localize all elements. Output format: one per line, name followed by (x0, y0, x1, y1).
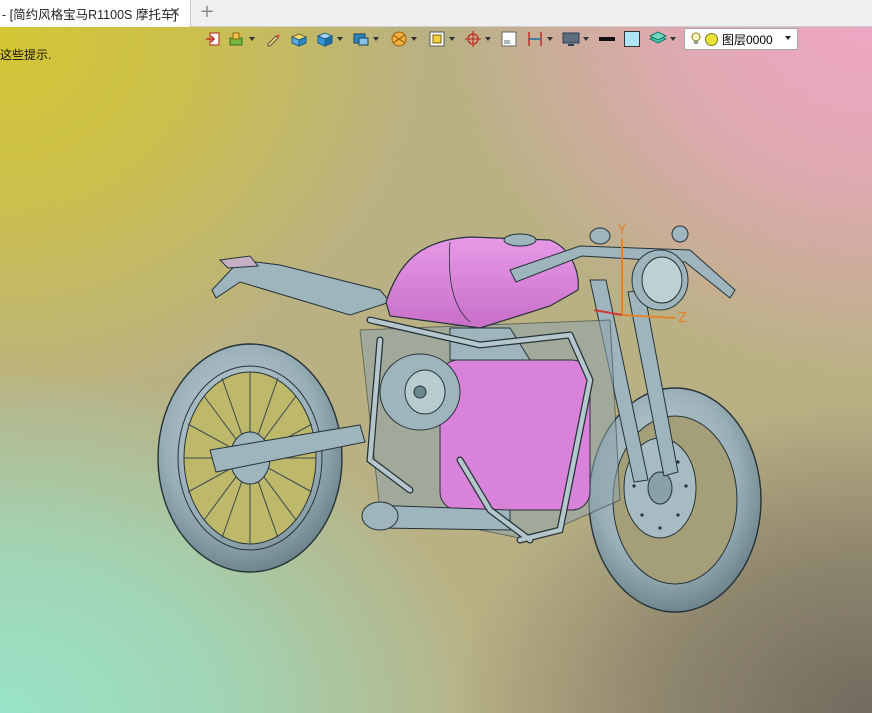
3d-viewport[interactable]: - [简约风格宝马R1100S 摩托车] ✕ + 这些提示. 图层0000 Y … (0, 0, 872, 713)
measure-button[interactable] (526, 28, 553, 50)
tail-section (211, 255, 391, 316)
display-button[interactable] (562, 28, 589, 50)
render-mode-icon (353, 33, 369, 46)
chevron-down-icon (485, 37, 491, 41)
tab-title: - [简约风格宝马R1100S 摩托车] (2, 8, 177, 22)
view-toolbar: 图层0000 (200, 28, 872, 52)
insert-component-icon (229, 32, 243, 46)
chevron-down-icon (449, 37, 455, 41)
exit-button[interactable] (204, 28, 222, 50)
hint-text: 这些提示. (0, 48, 52, 62)
chevron-down-icon (249, 37, 255, 41)
line-style-button[interactable] (598, 28, 616, 50)
color-button[interactable] (623, 28, 641, 50)
render-mode-button[interactable] (352, 28, 379, 50)
color-swatch-icon (624, 31, 640, 47)
target-icon (465, 31, 481, 47)
layer-color-dot (705, 32, 718, 46)
line-style-icon (599, 37, 615, 41)
chevron-down-icon (547, 37, 553, 41)
insert-component-button[interactable] (228, 28, 255, 50)
new-tab-button[interactable]: + (198, 3, 216, 21)
close-icon[interactable]: ✕ (167, 5, 183, 21)
panel-button[interactable] (500, 28, 518, 50)
chevron-down-icon (670, 37, 676, 41)
monitor-icon (562, 32, 580, 46)
add-box-button[interactable] (290, 28, 308, 50)
document-tab[interactable]: - [简约风格宝马R1100S 摩托车] ✕ (0, 0, 191, 27)
snap-target-button[interactable] (464, 28, 491, 50)
lightbulb-icon (691, 32, 701, 44)
fuel-tank (385, 233, 579, 329)
chevron-down-icon[interactable] (785, 36, 791, 40)
box-view-icon (316, 32, 334, 47)
chevron-down-icon (373, 37, 379, 41)
pen-icon (267, 34, 280, 47)
chevron-down-icon (337, 37, 343, 41)
chevron-down-icon (583, 37, 589, 41)
axis-y-label: Y (617, 223, 626, 238)
motorcycle-model[interactable]: Y Z (150, 210, 780, 630)
layers-button[interactable] (649, 28, 676, 50)
chevron-down-icon (411, 37, 417, 41)
exit-icon (206, 32, 220, 46)
section-view-button[interactable] (390, 28, 417, 50)
layers-icon (649, 31, 667, 44)
box-view-button[interactable] (316, 28, 343, 50)
frame-icon (429, 31, 445, 47)
sketch-button[interactable] (264, 28, 282, 50)
layer-name: 图层0000 (722, 32, 773, 47)
panel-icon (501, 31, 517, 47)
measure-icon (528, 32, 542, 46)
rear-wheel (157, 343, 366, 573)
frame-button[interactable] (428, 28, 455, 50)
axis-z-label: Z (678, 311, 687, 326)
tab-bar: - [简约风格宝马R1100S 摩托车] ✕ + (0, 0, 872, 27)
add-box-icon (290, 33, 308, 47)
section-view-icon (391, 31, 407, 47)
layer-select[interactable]: 图层0000 (684, 28, 798, 50)
